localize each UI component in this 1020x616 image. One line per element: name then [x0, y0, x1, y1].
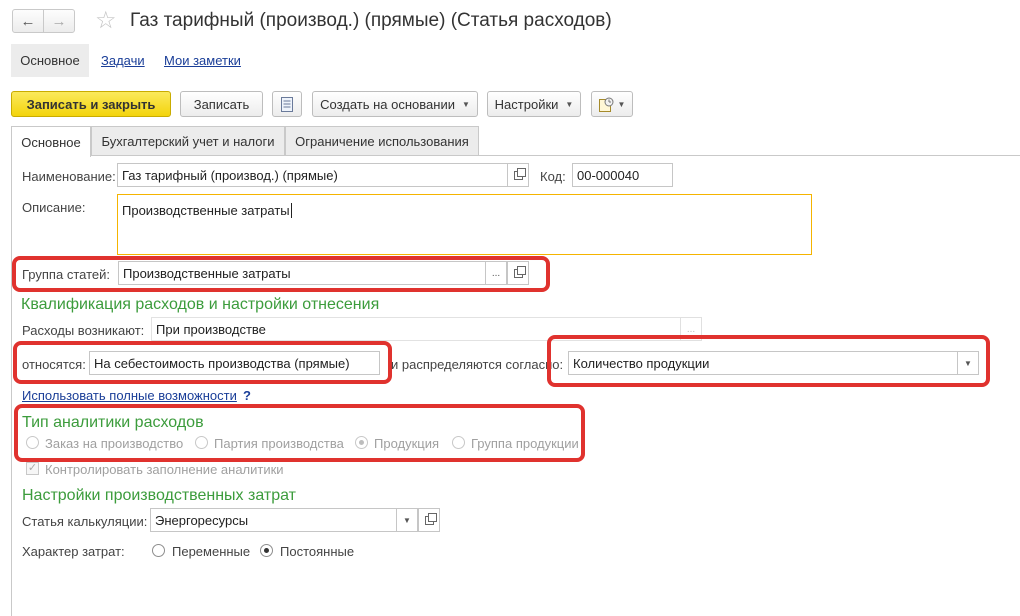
chevron-down-icon: ▼ — [461, 99, 470, 109]
name-label: Наименование: — [22, 169, 116, 184]
create-based-on-button[interactable]: Создать на основании ▼ — [312, 91, 478, 117]
radio-group[interactable] — [452, 436, 465, 449]
save-and-close-button[interactable]: Записать и закрыть — [11, 91, 171, 117]
radio-variable[interactable] — [152, 544, 165, 557]
tab-divider — [91, 155, 1020, 156]
arrow-left-icon: ← — [20, 12, 36, 30]
radio-dot — [359, 440, 364, 445]
back-button[interactable]: ← — [12, 9, 44, 33]
text-cursor — [290, 203, 292, 218]
analytics-heading: Тип аналитики расходов — [22, 414, 204, 431]
qualification-heading: Квалификация расходов и настройки отнесе… — [21, 296, 380, 313]
highlight-analytics — [14, 404, 585, 462]
section-tab-notes[interactable]: Мои заметки — [164, 53, 241, 68]
description-label: Описание: — [22, 200, 86, 215]
relate-input[interactable]: На себестоимость производства (прямые) — [89, 351, 380, 375]
save-button[interactable]: Записать — [180, 91, 263, 117]
distribute-dropdown-button[interactable]: ▼ — [957, 351, 979, 375]
open-name-button[interactable] — [507, 163, 529, 187]
favorite-star-icon[interactable]: ☆ — [95, 7, 117, 35]
description-textarea[interactable]: Производственные затраты — [117, 194, 812, 255]
control-analytics-label: Контролировать заполнение аналитики — [45, 462, 284, 477]
tab-main[interactable]: Основное — [11, 126, 91, 157]
help-icon[interactable]: ? — [243, 388, 251, 403]
distribute-input[interactable]: Количество продукции — [568, 351, 958, 375]
arrow-right-icon: → — [51, 12, 67, 30]
code-label: Код: — [540, 169, 566, 184]
radio-product[interactable] — [355, 436, 368, 449]
production-heading: Настройки производственных затрат — [22, 487, 296, 504]
radio-batch-label: Партия производства — [214, 436, 344, 451]
open-calc-button[interactable] — [418, 508, 440, 532]
section-tab-main[interactable]: Основное — [11, 44, 89, 77]
form-border — [11, 155, 12, 616]
arise-input[interactable]: При производстве — [151, 317, 681, 341]
section-tab-tasks[interactable]: Задачи — [101, 53, 145, 68]
group-select-button[interactable]: ... — [485, 261, 507, 285]
settings-button[interactable]: Настройки ▼ — [487, 91, 581, 117]
distribute-label: и распределяются согласно: — [391, 357, 564, 372]
control-analytics-checkbox[interactable]: ✓ — [26, 462, 39, 475]
radio-order[interactable] — [26, 436, 39, 449]
chevron-down-icon: ▼ — [403, 515, 411, 525]
open-icon — [513, 167, 526, 180]
chevron-down-icon: ▼ — [964, 358, 972, 368]
arise-label: Расходы возникают: — [22, 323, 145, 338]
nature-label: Характер затрат: — [22, 544, 125, 559]
report-icon — [598, 97, 614, 112]
settings-label: Настройки — [494, 96, 559, 112]
chevron-down-icon: ▼ — [565, 99, 574, 109]
use-full-capabilities-link[interactable]: Использовать полные возможности — [22, 388, 237, 403]
calc-dropdown-button[interactable]: ▼ — [396, 508, 418, 532]
radio-order-label: Заказ на производство — [45, 436, 184, 451]
open-group-button[interactable] — [507, 261, 529, 285]
open-icon — [513, 265, 526, 278]
group-input[interactable]: Производственные затраты — [118, 261, 486, 285]
description-text: Производственные затраты — [122, 203, 290, 218]
radio-constant-label: Постоянные — [280, 544, 355, 559]
radio-group-label: Группа продукции — [471, 436, 579, 451]
relate-label: относятся: — [22, 357, 86, 372]
forward-button[interactable]: → — [43, 9, 75, 33]
chevron-down-icon: ▼ — [617, 99, 626, 109]
create-based-on-label: Создать на основании — [320, 96, 455, 112]
tab-restrictions[interactable]: Ограничение использования — [285, 126, 479, 156]
document-list-button[interactable] — [272, 91, 302, 117]
name-input[interactable]: Газ тарифный (производ.) (прямые) — [117, 163, 508, 187]
radio-product-label: Продукция — [374, 436, 440, 451]
group-label: Группа статей: — [22, 267, 110, 282]
calc-label: Статья калькуляции: — [22, 514, 148, 529]
open-icon — [424, 512, 437, 525]
tab-accounting[interactable]: Бухгалтерский учет и налоги — [91, 126, 285, 156]
calc-input[interactable]: Энергоресурсы — [150, 508, 397, 532]
code-input[interactable]: 00-000040 — [572, 163, 673, 187]
radio-variable-label: Переменные — [172, 544, 251, 559]
radio-dot — [264, 548, 269, 553]
radio-constant[interactable] — [260, 544, 273, 557]
radio-batch[interactable] — [195, 436, 208, 449]
page-title: Газ тарифный (производ.) (прямые) (Стать… — [130, 10, 612, 31]
arise-select-button[interactable]: ... — [680, 317, 702, 341]
reports-menu-button[interactable]: ▼ — [591, 91, 633, 117]
list-icon — [281, 96, 293, 112]
